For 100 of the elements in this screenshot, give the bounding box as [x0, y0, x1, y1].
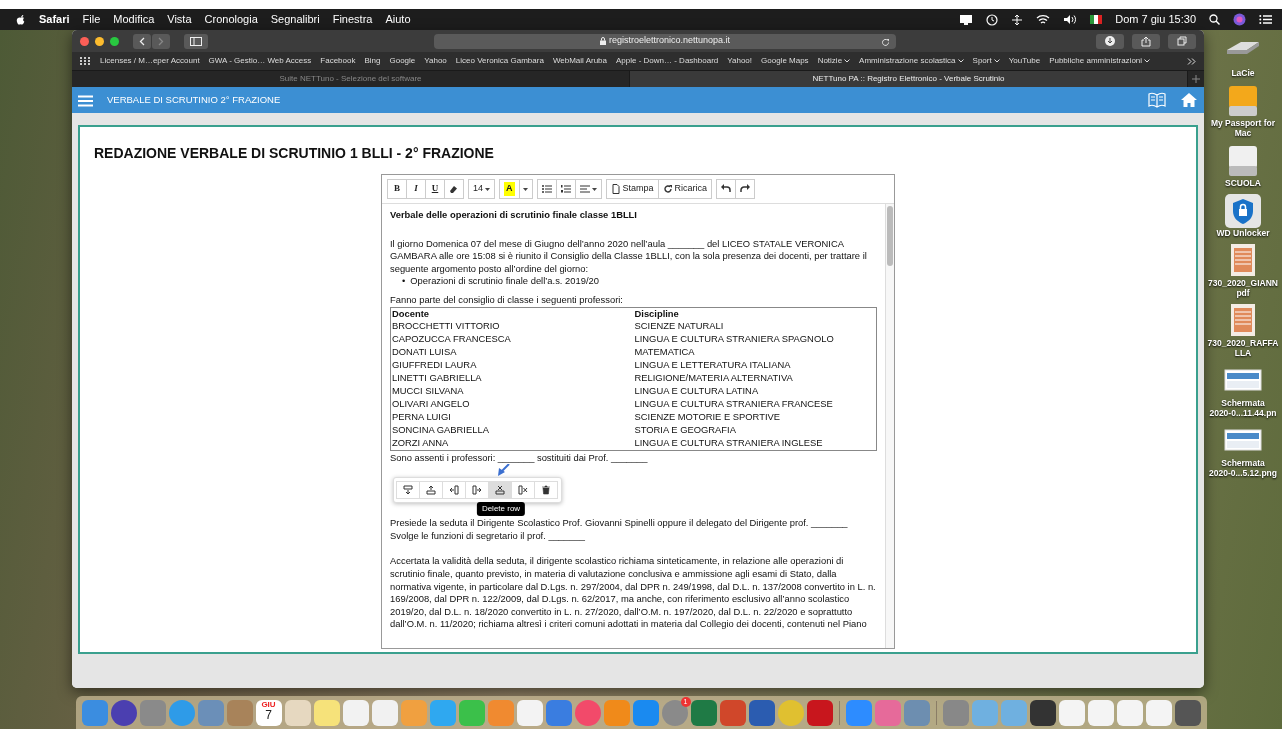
redo-button[interactable]: [735, 179, 756, 199]
display-icon[interactable]: [959, 13, 974, 26]
plus-icon[interactable]: [1192, 75, 1200, 83]
table-cell: SCIENZE NATURALI: [633, 320, 877, 334]
paragraph: Fanno parte del consiglio di classe i seguenti professori:: [390, 293, 624, 307]
icon-label[interactable]: LaCie: [1231, 68, 1255, 78]
arrows-icon[interactable]: [1011, 13, 1024, 26]
browser-tab[interactable]: NETTuno PA :: Registro Elettronico - Verbale Scrutinio: [630, 71, 1188, 87]
menu-item[interactable]: Segnalibri: [270, 11, 320, 28]
table-cell-text: BROCCHETTI VITTORIO: [391, 320, 501, 334]
sidebar-icon: [190, 36, 202, 46]
bookmark-link[interactable]: Pubbliche amministrazioni: [1049, 55, 1151, 67]
underline-button[interactable]: U: [425, 179, 445, 199]
back-button[interactable]: [133, 33, 151, 49]
insert-row-below-icon: [403, 485, 413, 496]
bookmark-link[interactable]: Sport: [972, 55, 1000, 67]
double-chevron-icon[interactable]: [1187, 57, 1196, 65]
table-cell-text: MUCCI SILVANA: [391, 385, 465, 399]
share-button[interactable]: [1132, 33, 1160, 49]
menu-item[interactable]: Aiuto: [385, 11, 411, 28]
icon-label[interactable]: WD Unlocker: [1216, 228, 1270, 238]
bookmark-link[interactable]: Liceo Veronica Gambara: [455, 55, 544, 67]
menu-item[interactable]: Finestra: [332, 11, 373, 28]
bookmark-link[interactable]: YouTube: [1008, 55, 1041, 67]
table-cell-text: GIUFFREDI LAURA: [391, 359, 478, 373]
wifi-icon[interactable]: [1036, 14, 1051, 25]
bookmark-link[interactable]: Bing: [364, 55, 381, 67]
home-icon[interactable]: [1180, 92, 1198, 108]
sidebar-button[interactable]: [184, 33, 208, 49]
bullet-marker: •: [402, 275, 406, 288]
table-tool-button[interactable]: [534, 481, 558, 500]
bookmark-link[interactable]: Yahoo!: [727, 55, 753, 67]
bullet-list-button[interactable]: [536, 179, 557, 199]
bookmark-link[interactable]: Google Maps: [761, 55, 809, 67]
numbered-list-button[interactable]: [555, 179, 576, 199]
tabs-button[interactable]: [1168, 33, 1196, 49]
table-cell: RELIGIONE/MATERIA ALTERNATIVA: [633, 372, 877, 386]
menu-item[interactable]: Cronologia: [204, 11, 258, 28]
caret-icon: [523, 187, 528, 191]
icon-label[interactable]: My Passport for Mac: [1210, 118, 1276, 138]
app-icon[interactable]: [1029, 699, 1056, 726]
menu-item[interactable]: Modifica: [113, 11, 155, 28]
app-menu[interactable]: Safari: [39, 11, 70, 28]
column-header: Docente: [390, 307, 634, 321]
table-cell-text: LINETTI GABRIELLA: [391, 372, 483, 386]
volume-icon[interactable]: [1063, 14, 1078, 25]
siri-icon[interactable]: [1233, 13, 1246, 26]
menu-item[interactable]: File: [82, 11, 101, 28]
bookmark-link[interactable]: Licenses / M…eper Account: [100, 55, 200, 67]
icon-label[interactable]: Schermata 2020-0...11.44.pn: [1209, 398, 1277, 418]
bookmark-link[interactable]: WebMail Aruba: [552, 55, 607, 67]
arrow-annotation: [496, 464, 510, 477]
clear-format-button[interactable]: [444, 179, 464, 199]
caret-icon: [485, 187, 490, 191]
scrollbar[interactable]: [885, 204, 894, 648]
minimize-button[interactable]: [95, 36, 104, 46]
bookmark-link[interactable]: Notizie: [817, 55, 851, 67]
close-button[interactable]: [80, 36, 89, 46]
bookmark-link[interactable]: GWA - Gestio… Web Access: [208, 55, 312, 67]
calendar-day: 7: [265, 708, 272, 721]
align-button[interactable]: [574, 179, 602, 199]
apple-icon[interactable]: [16, 13, 26, 26]
delete-row-icon: [495, 485, 505, 496]
text-editor[interactable]: [381, 174, 895, 649]
circle-icon[interactable]: [110, 699, 137, 726]
table-tool-button[interactable]: [488, 481, 512, 500]
font-size-dropdown[interactable]: 14: [468, 179, 495, 199]
bookmark-link[interactable]: Amministrazione scolastica: [859, 55, 964, 67]
flag-icon[interactable]: [1090, 15, 1103, 24]
bookmark-link[interactable]: Facebook: [320, 55, 356, 67]
reload-icon[interactable]: [881, 37, 890, 47]
share-icon: [1141, 35, 1151, 47]
paragraph: Presiede la seduta il Dirigente Scolastico Prof. Giovanni Spinelli oppure il delegato del Dirigente prof. _______: [390, 517, 849, 530]
italic-button[interactable]: I: [406, 179, 426, 199]
undo-button[interactable]: [716, 179, 737, 199]
bullet-list-icon: [541, 184, 552, 194]
highlight-button[interactable]: A: [499, 179, 520, 199]
download-button[interactable]: [1096, 33, 1124, 49]
reload-button[interactable]: Ricarica: [657, 179, 713, 199]
bookmark-link[interactable]: Apple - Down… - Dashboard: [616, 55, 719, 67]
calendar-icon[interactable]: GIU 7: [255, 699, 282, 726]
icon-label[interactable]: SCUOLA: [1225, 178, 1261, 188]
table-cell: LINGUA E CULTURA STRANIERA SPAGNOLO: [633, 333, 877, 347]
icon-label[interactable]: 730_2020_RAFFA LLA: [1207, 338, 1279, 358]
redo-icon: [740, 184, 751, 194]
menubar-clock[interactable]: Dom 7 giu 15:30: [1115, 11, 1196, 28]
bookmark-link[interactable]: Google: [389, 55, 416, 67]
bold-button[interactable]: B: [387, 179, 407, 199]
icon-label[interactable]: 730_2020_GIANN pdf: [1208, 278, 1278, 298]
table-cell: LINGUA E LETTERATURA ITALIANA: [633, 359, 877, 373]
print-button[interactable]: Stampa: [605, 179, 659, 199]
zoom-button[interactable]: [110, 36, 119, 46]
search-icon[interactable]: [1209, 14, 1220, 25]
icon-label[interactable]: Schermata 2020-0...5.12.png: [1208, 458, 1277, 478]
grid-icon[interactable]: [80, 57, 91, 65]
menu-item[interactable]: Vista: [167, 11, 192, 28]
clock-icon[interactable]: [986, 13, 999, 26]
bookmark-link[interactable]: Yahoo: [424, 55, 447, 67]
address-field[interactable]: registroelettronico.nettunopa.it: [434, 33, 896, 49]
table-cell: LINGUA E CULTURA STRANIERA FRANCESE: [633, 398, 877, 412]
